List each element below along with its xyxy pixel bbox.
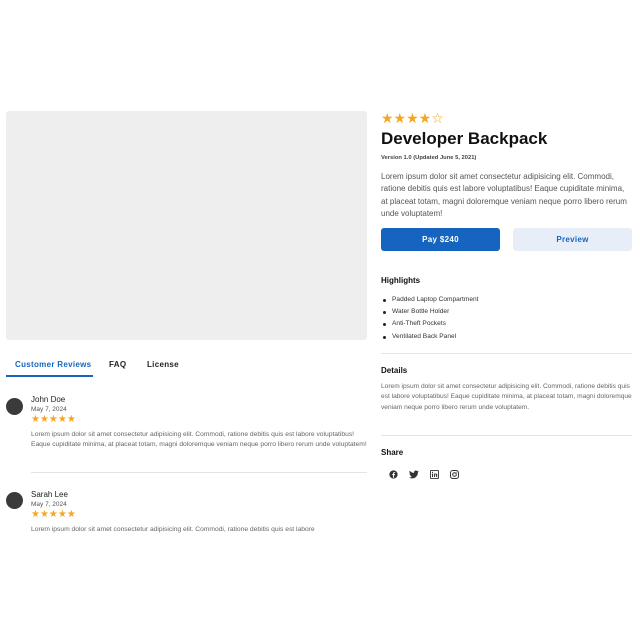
product-image: [6, 111, 367, 340]
section-divider: [381, 435, 632, 436]
version-info: Version 1.0 (Updated June 5, 2021): [381, 155, 477, 161]
review-text: Lorem ipsum dolor sit amet consectetur a…: [31, 431, 367, 448]
instagram-icon[interactable]: [448, 467, 462, 481]
avatar: [6, 492, 23, 509]
highlights-list: Padded Laptop Compartment Water Bottle H…: [381, 294, 479, 343]
tab-customer-reviews[interactable]: Customer Reviews: [15, 352, 91, 376]
review-stars: ★★★★★: [31, 509, 76, 520]
details-title: Details: [381, 366, 408, 375]
preview-button[interactable]: Preview: [513, 228, 632, 251]
tab-license[interactable]: License: [147, 352, 179, 376]
pay-button[interactable]: Pay $240: [381, 228, 500, 251]
highlight-item: Water Bottle Holder: [381, 306, 479, 318]
avatar: [6, 398, 23, 415]
review-date: May 7, 2024: [31, 406, 67, 413]
highlight-item: Ventilated Back Panel: [381, 331, 479, 343]
reviewer-name: Sarah Lee: [31, 490, 68, 499]
product-description: Lorem ipsum dolor sit amet consectetur a…: [381, 172, 627, 218]
reviewer-name: John Doe: [31, 395, 66, 404]
review-divider: [31, 472, 367, 473]
section-divider: [381, 353, 632, 354]
product-title: Developer Backpack: [381, 129, 548, 148]
tab-faq[interactable]: FAQ: [109, 352, 126, 376]
review-stars: ★★★★★: [31, 414, 76, 425]
facebook-icon[interactable]: [386, 467, 400, 481]
highlight-item: Padded Laptop Compartment: [381, 294, 479, 306]
twitter-icon[interactable]: [407, 467, 421, 481]
linkedin-icon[interactable]: [427, 467, 441, 481]
review-date: May 7, 2024: [31, 501, 67, 508]
highlights-title: Highlights: [381, 276, 421, 285]
share-icons: [386, 467, 468, 481]
details-text: Lorem ipsum dolor sit amet consectetur a…: [381, 383, 632, 411]
review-tabs: Customer Reviews FAQ License: [6, 352, 367, 377]
rating-stars: ★★★★☆: [381, 110, 444, 126]
review-text: Lorem ipsum dolor sit amet consectetur a…: [31, 526, 315, 533]
share-title: Share: [381, 448, 404, 457]
highlight-item: Anti-Theft Pockets: [381, 318, 479, 330]
active-tab-indicator: [6, 375, 93, 377]
